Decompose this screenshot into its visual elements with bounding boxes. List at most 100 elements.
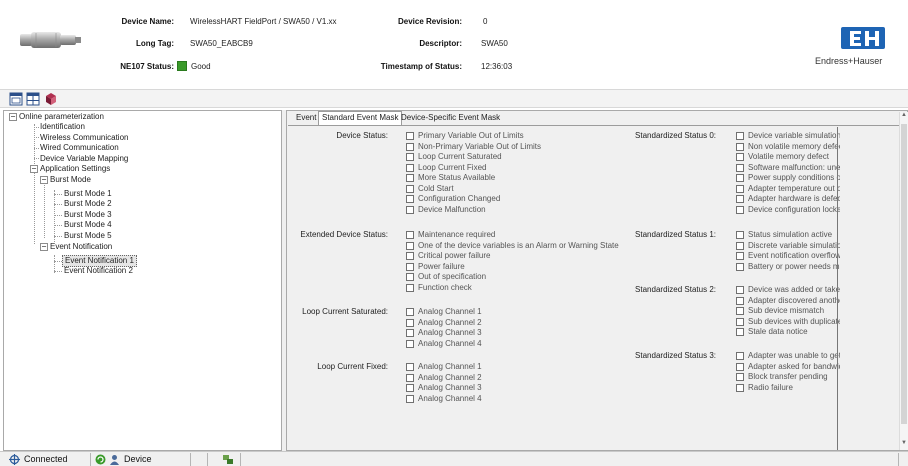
checkbox-row[interactable]: Sub devices with duplicate [736, 317, 840, 327]
checkbox-row[interactable]: Function check [406, 283, 626, 293]
checkbox-row[interactable]: Device variable simulation a [736, 131, 840, 141]
checkbox-row[interactable]: Cold Start [406, 184, 626, 194]
checkbox[interactable] [736, 307, 744, 315]
tree-collapse-icon[interactable]: − [9, 113, 17, 121]
tree-item-online-parameterization[interactable]: Online parameterization [19, 112, 104, 122]
checkbox[interactable] [406, 184, 414, 193]
checkbox-row[interactable]: Power supply conditions ou [736, 173, 840, 183]
checkbox[interactable] [736, 205, 744, 214]
checkbox[interactable] [406, 308, 414, 316]
checkbox-row[interactable]: Analog Channel 2 [406, 318, 626, 328]
tree-item-event-notification-2[interactable]: Event Notification 2 [64, 266, 133, 276]
checkbox-row[interactable]: Device configuration locked [736, 205, 840, 215]
checkbox-row[interactable]: Event notification overflow [736, 251, 840, 261]
checkbox[interactable] [406, 195, 414, 203]
scroll-up-icon[interactable]: ▲ [900, 112, 908, 122]
checkbox[interactable] [736, 286, 744, 294]
checkbox-row[interactable]: Adapter asked for bandwid [736, 362, 840, 372]
checkbox-row[interactable]: Volatile memory defect [736, 152, 840, 162]
checkbox-row[interactable]: Maintenance required [406, 230, 626, 240]
checkbox-row[interactable]: Analog Channel 4 [406, 339, 626, 349]
checkbox-row[interactable]: Analog Channel 1 [406, 362, 626, 372]
checkbox-row[interactable]: Adapter was unable to get [736, 351, 840, 361]
tree-item-device-variable-mapping[interactable]: Device Variable Mapping [40, 154, 128, 164]
checkbox[interactable] [406, 283, 414, 292]
tree-item-wireless-communication[interactable]: Wireless Communication [40, 133, 128, 143]
checkbox[interactable] [736, 262, 744, 271]
refresh-icon[interactable] [95, 454, 106, 465]
tree-item-burst-mode-1[interactable]: Burst Mode 1 [64, 189, 112, 199]
tree-item-wired-communication[interactable]: Wired Communication [40, 143, 119, 153]
checkbox-row[interactable]: Non volatile memory defect [736, 142, 840, 152]
checkbox[interactable] [736, 241, 744, 250]
checkbox-row[interactable]: Primary Variable Out of Limits [406, 131, 626, 141]
grid-layout-icon[interactable] [26, 92, 40, 106]
checkbox[interactable] [736, 252, 744, 260]
checkbox[interactable] [406, 252, 414, 260]
checkbox-row[interactable]: Analog Channel 3 [406, 328, 626, 338]
scrollbar-thumb[interactable] [901, 124, 907, 424]
tree-item-burst-mode-2[interactable]: Burst Mode 2 [64, 199, 112, 209]
checkbox-row[interactable]: Adapter hardware is defect [736, 194, 840, 204]
checkbox-row[interactable]: Out of specification [406, 272, 626, 282]
tree-collapse-icon[interactable]: − [40, 243, 48, 251]
scroll-down-icon[interactable]: ▼ [900, 440, 908, 450]
checkbox[interactable] [736, 328, 744, 336]
checkbox-row[interactable]: Device Malfunction [406, 205, 626, 215]
checkbox-row[interactable]: Status simulation active [736, 230, 840, 240]
checkbox[interactable] [736, 142, 744, 151]
tab-standard-event-mask[interactable]: Standard Event Mask [318, 111, 403, 125]
tab-device-specific-event-mask[interactable]: Device-Specific Event Mask [398, 112, 503, 125]
checkbox[interactable] [406, 132, 414, 140]
checkbox-row[interactable]: Device was added or taken [736, 285, 840, 295]
checkbox[interactable] [736, 153, 744, 161]
checkbox-row[interactable]: Non-Primary Variable Out of Limits [406, 142, 626, 152]
checkbox[interactable] [736, 352, 744, 360]
checkbox[interactable] [406, 384, 414, 392]
checkbox[interactable] [406, 394, 414, 403]
checkbox[interactable] [406, 163, 414, 172]
tab-event[interactable]: Event [293, 112, 319, 125]
checkbox[interactable] [406, 373, 414, 382]
checkbox[interactable] [736, 317, 744, 326]
checkbox[interactable] [406, 329, 414, 337]
checkbox-row[interactable]: Battery or power needs ma [736, 262, 840, 272]
tree-collapse-icon[interactable]: − [30, 165, 38, 173]
checkbox[interactable] [736, 174, 744, 182]
checkbox[interactable] [736, 132, 744, 140]
tree-item-burst-mode-3[interactable]: Burst Mode 3 [64, 210, 112, 220]
checkbox[interactable] [736, 296, 744, 305]
checkbox[interactable] [406, 273, 414, 281]
checkbox-row[interactable]: Sub device mismatch [736, 306, 840, 316]
checkbox[interactable] [736, 163, 744, 172]
checkbox-row[interactable]: Analog Channel 3 [406, 383, 626, 393]
checkbox-row[interactable]: Radio failure [736, 383, 840, 393]
checkbox[interactable] [406, 205, 414, 214]
checkbox[interactable] [406, 231, 414, 239]
checkbox[interactable] [736, 362, 744, 371]
book-help-icon[interactable] [44, 92, 58, 106]
checkbox-row[interactable]: Loop Current Fixed [406, 163, 626, 173]
checkbox-row[interactable]: Discrete variable simulation [736, 241, 840, 251]
tree-item-burst-mode[interactable]: Burst Mode [50, 175, 91, 185]
checkbox[interactable] [406, 318, 414, 327]
checkbox-row[interactable]: Configuration Changed [406, 194, 626, 204]
tree-item-identification[interactable]: Identification [40, 122, 85, 132]
checkbox[interactable] [736, 231, 744, 239]
checkbox-row[interactable]: Software malfunction: unex [736, 163, 840, 173]
checkbox[interactable] [406, 174, 414, 182]
checkbox[interactable] [406, 241, 414, 250]
tree-item-application-settings[interactable]: Application Settings [40, 164, 110, 174]
tree-item-burst-mode-4[interactable]: Burst Mode 4 [64, 220, 112, 230]
checkbox[interactable] [406, 363, 414, 371]
checkbox-row[interactable]: Power failure [406, 262, 626, 272]
checkbox[interactable] [406, 339, 414, 348]
vertical-scrollbar[interactable]: ▲ ▼ [899, 112, 908, 450]
checkbox-row[interactable]: Analog Channel 1 [406, 307, 626, 317]
window-layout-icon[interactable] [9, 92, 23, 106]
checkbox[interactable] [736, 184, 744, 193]
tree-item-event-notification[interactable]: Event Notification [50, 242, 112, 252]
tree-collapse-icon[interactable]: − [40, 176, 48, 184]
checkbox-row[interactable]: Adapter discovered anothe [736, 296, 840, 306]
checkbox[interactable] [736, 383, 744, 392]
